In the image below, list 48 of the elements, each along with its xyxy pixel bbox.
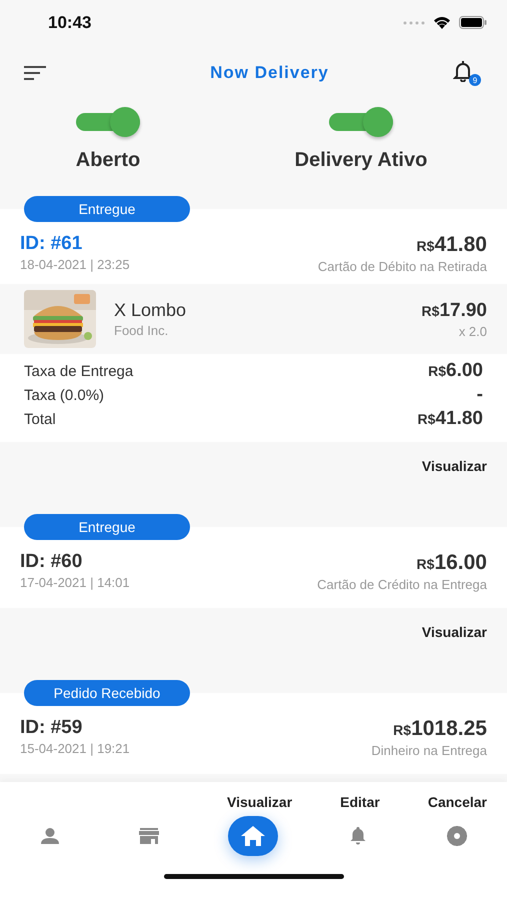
- notification-badge: 9: [468, 74, 481, 86]
- summary-label: Taxa de Entrega: [24, 363, 134, 380]
- status-badge: Entregue: [24, 514, 190, 540]
- bell-icon: [452, 60, 473, 82]
- nav-tab[interactable]: [228, 816, 278, 856]
- signal-icon: [403, 20, 425, 24]
- summary-value: R$41.80: [418, 408, 483, 430]
- order-action-link[interactable]: Visualizar: [227, 794, 292, 810]
- notification-button[interactable]: 9: [452, 60, 481, 86]
- summary-value: R$6.00: [428, 360, 483, 382]
- order-amount: R$41.80: [416, 233, 487, 257]
- person-icon: [40, 828, 59, 844]
- order-id: ID: #60: [20, 551, 84, 573]
- order-action-link[interactable]: Editar: [340, 794, 380, 810]
- order-action-link[interactable]: Visualizar: [422, 624, 487, 640]
- payment-method: Cartão de Crédito na Entrega: [317, 577, 487, 592]
- wifi-icon: [433, 16, 451, 29]
- toggle-label: Aberto: [76, 149, 140, 172]
- item-name: X Lombo: [114, 300, 188, 321]
- status-badge: Pedido Recebido: [24, 680, 190, 706]
- toggle-switch[interactable]: [329, 107, 393, 137]
- payment-method: Cartão de Débito na Retirada: [318, 259, 487, 274]
- order-action-link[interactable]: Cancelar: [428, 794, 487, 810]
- order-id: ID: #59: [20, 717, 84, 739]
- order-amount: R$1018.25: [393, 717, 487, 741]
- item-vendor: Food Inc.: [114, 323, 170, 338]
- item-quantity: x 2.0: [458, 324, 487, 338]
- home-icon: [241, 826, 266, 846]
- store-icon: [139, 828, 160, 844]
- order-amount: R$16.00: [416, 551, 487, 575]
- item-price: R$17.90: [422, 300, 487, 322]
- battery-icon: [459, 16, 487, 29]
- summary-label: Total: [24, 411, 56, 428]
- toggle-label: Delivery Ativo: [294, 149, 428, 172]
- order-date: 18-04-2021 | 23:25: [20, 257, 130, 272]
- sort-menu-icon[interactable]: [24, 66, 46, 80]
- status-badge: Entregue: [24, 196, 190, 222]
- order-date: 17-04-2021 | 14:01: [20, 575, 130, 590]
- toggle-switch[interactable]: [76, 107, 140, 137]
- order-action-link[interactable]: Visualizar: [422, 458, 487, 474]
- summary-label: Taxa (0.0%): [24, 387, 104, 404]
- status-time: 10:43: [48, 12, 92, 32]
- order-date: 15-04-2021 | 19:21: [20, 741, 130, 756]
- summary-value: -: [476, 384, 483, 406]
- order-id: ID: #61: [20, 233, 84, 255]
- payment-method: Dinheiro na Entrega: [371, 743, 487, 758]
- app-title: Now Delivery: [210, 63, 329, 83]
- bell-icon: [350, 827, 366, 845]
